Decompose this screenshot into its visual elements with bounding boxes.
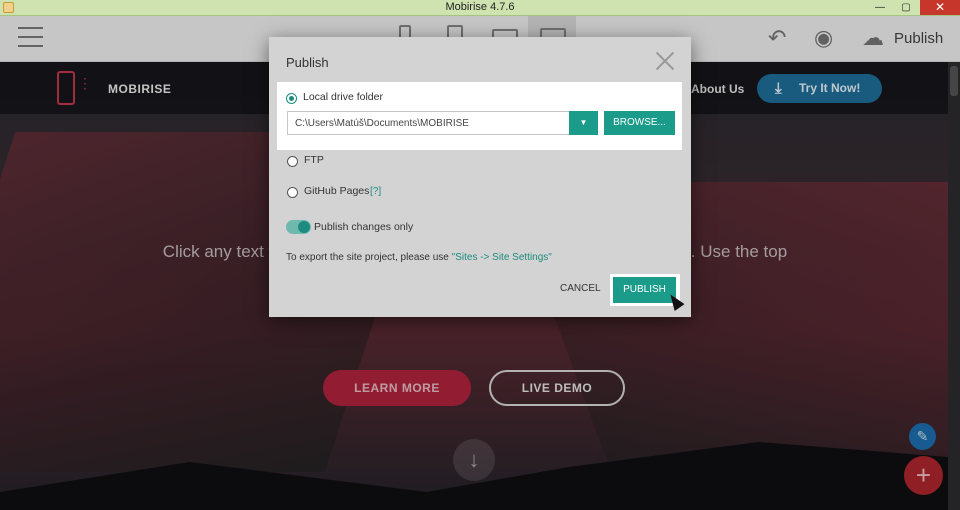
window-title: Mobirise 4.7.6 [445, 1, 515, 13]
close-icon[interactable] [655, 51, 675, 71]
publish-changes-label: Publish changes only [314, 221, 414, 233]
github-label[interactable]: GitHub Pages [304, 185, 369, 197]
ftp-radio[interactable] [287, 156, 298, 167]
dialog-title: Publish [286, 55, 329, 70]
window-titlebar: Mobirise 4.7.6 — ▢ ✕ [0, 0, 960, 16]
github-radio[interactable] [287, 187, 298, 198]
export-note-text: To export the site project, please use [286, 252, 452, 263]
github-help-link[interactable]: [?] [370, 186, 381, 197]
publish-changes-toggle[interactable] [286, 220, 311, 234]
ftp-label[interactable]: FTP [304, 154, 324, 166]
local-folder-panel: Local drive folder ▼ BROWSE... [277, 82, 682, 150]
site-settings-link[interactable]: "Sites -> Site Settings" [452, 252, 552, 263]
minimize-button[interactable]: — [866, 0, 894, 15]
local-folder-label[interactable]: Local drive folder [303, 91, 383, 103]
cancel-button[interactable]: CANCEL [560, 283, 601, 294]
chevron-down-icon[interactable]: ▼ [569, 111, 598, 135]
publish-dialog: Publish Local drive folder ▼ BROWSE... F… [269, 37, 691, 317]
folder-path-input[interactable] [287, 111, 571, 135]
export-note: To export the site project, please use "… [286, 252, 552, 263]
close-window-button[interactable]: ✕ [920, 0, 960, 15]
maximize-button[interactable]: ▢ [892, 0, 920, 15]
browse-button[interactable]: BROWSE... [604, 111, 675, 135]
local-folder-radio[interactable] [286, 93, 297, 104]
